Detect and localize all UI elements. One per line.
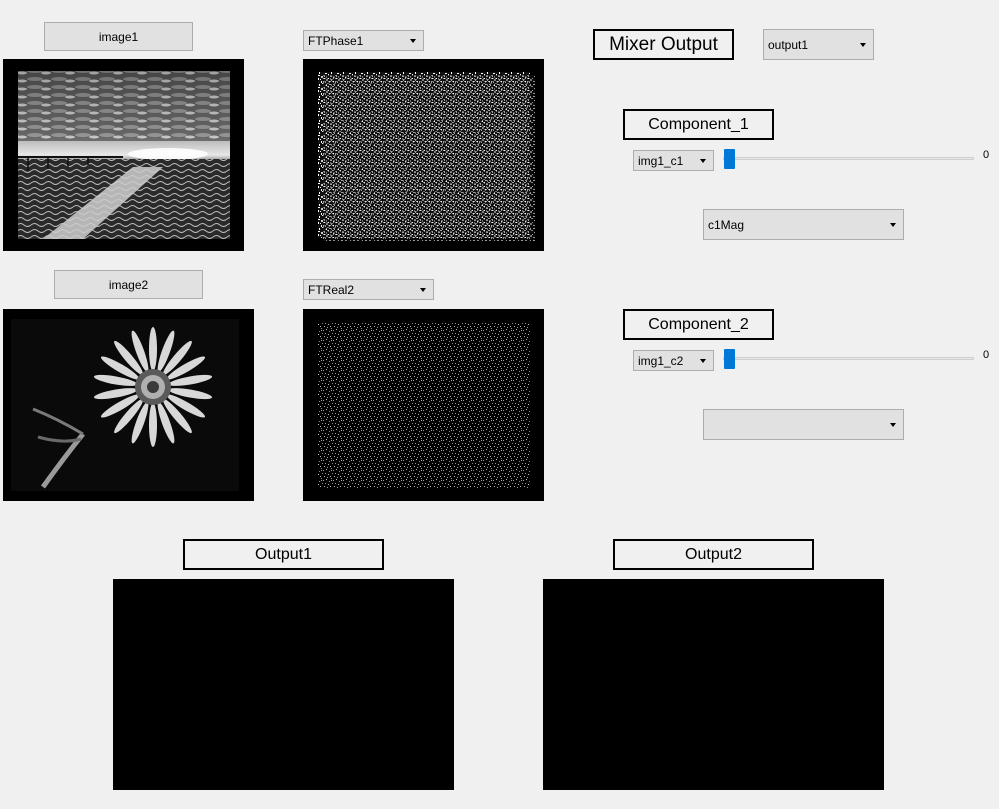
- chevron-down-icon: [420, 287, 426, 292]
- chevron-down-icon: [890, 222, 896, 227]
- component2-image-selector[interactable]: img1_c2: [633, 350, 714, 371]
- output-selector[interactable]: output1: [763, 29, 874, 60]
- image2-ft-selector-value: FTReal2: [308, 282, 355, 297]
- image1-landscape-photo: [18, 71, 230, 239]
- mixer-output-title: Mixer Output: [593, 29, 734, 60]
- image1-button-label: image1: [98, 29, 139, 44]
- chevron-down-icon: [700, 358, 706, 363]
- image2-ft-view: [303, 309, 544, 501]
- component1-type-selector[interactable]: c1Mag: [703, 209, 904, 240]
- image1-ft-selector[interactable]: FTPhase1: [303, 30, 424, 51]
- output2-view: [543, 579, 884, 790]
- component2-type-selector[interactable]: [703, 409, 904, 440]
- output1-title: Output1: [183, 539, 384, 570]
- image2-ft-real-noise: [318, 322, 530, 488]
- component1-image-selector-value: img1_c1: [638, 153, 684, 168]
- output1-view: [113, 579, 454, 790]
- image2-button[interactable]: image2: [54, 270, 203, 299]
- component1-title: Component_1: [623, 109, 774, 140]
- mixer-output-title-text: Mixer Output: [609, 33, 718, 55]
- chevron-down-icon: [410, 38, 416, 43]
- component2-image-selector-value: img1_c2: [638, 353, 684, 368]
- component1-title-text: Component_1: [648, 115, 749, 133]
- component1-slider[interactable]: [723, 157, 974, 160]
- component2-title-text: Component_2: [648, 315, 749, 333]
- image1-ft-phase-noise: [318, 72, 544, 251]
- image1-ft-selector-value: FTPhase1: [308, 33, 364, 48]
- output2-title: Output2: [613, 539, 814, 570]
- component2-slider-handle[interactable]: [724, 349, 735, 369]
- output1-title-text: Output1: [255, 545, 312, 563]
- component2-slider-value: 0: [983, 349, 990, 361]
- image2-flower-photo: [11, 319, 239, 491]
- image1-ft-view: [303, 59, 544, 251]
- component1-type-selector-value: c1Mag: [708, 217, 745, 232]
- chevron-down-icon: [890, 422, 896, 427]
- output2-title-text: Output2: [685, 545, 742, 563]
- image1-view: [3, 59, 244, 251]
- component2-title: Component_2: [623, 309, 774, 340]
- component2-slider[interactable]: [723, 357, 974, 360]
- chevron-down-icon: [700, 158, 706, 163]
- output-selector-value: output1: [768, 37, 809, 52]
- component1-slider-handle[interactable]: [724, 149, 735, 169]
- chevron-down-icon: [860, 42, 866, 47]
- component1-image-selector[interactable]: img1_c1: [633, 150, 714, 171]
- component1-slider-value: 0: [983, 149, 990, 161]
- image2-button-label: image2: [108, 277, 149, 292]
- image2-view: [3, 309, 254, 501]
- image2-ft-selector[interactable]: FTReal2: [303, 279, 434, 300]
- image1-button[interactable]: image1: [44, 22, 193, 51]
